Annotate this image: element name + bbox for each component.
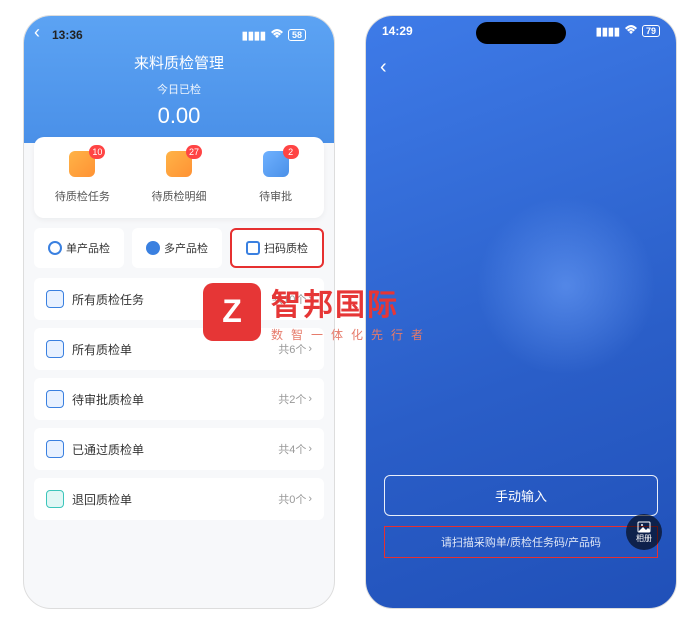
badge: 27 — [186, 145, 202, 159]
doc-icon — [46, 440, 64, 458]
dots-icon — [146, 241, 160, 255]
chevron-right-icon: › — [308, 393, 312, 405]
status-time: 14:29 — [382, 24, 413, 38]
scan-hint-text: 请扫描采购单/质检任务码/产品码 — [441, 537, 601, 549]
list-label: 所有质检单 — [72, 341, 132, 358]
doc-icon — [46, 490, 64, 508]
status-icons: ▮▮▮▮ 58 — [242, 29, 306, 42]
list-item[interactable]: 待审批质检单 共2个› — [34, 378, 324, 420]
doc-icon — [46, 390, 64, 408]
list-count: 共2个 — [278, 391, 306, 407]
battery-icon: 58 — [288, 29, 306, 41]
back-button[interactable]: ‹ — [34, 22, 40, 43]
manual-input-button[interactable]: 手动输入 — [384, 475, 658, 516]
signal-icon: ▮▮▮▮ — [596, 25, 620, 38]
status-icons: ▮▮▮▮ 79 — [596, 25, 660, 38]
list-label: 已通过质检单 — [72, 441, 144, 458]
badge: 2 — [283, 145, 299, 159]
scan-glow — [476, 196, 656, 376]
list-count: 共6个 — [278, 341, 306, 357]
watermark-sub: 数智一体化先行者 — [271, 326, 431, 343]
stat-pending-details[interactable]: 27 待质检明细 — [131, 151, 228, 204]
stat-label: 待质检任务 — [34, 188, 131, 204]
dot-icon — [48, 241, 62, 255]
image-icon — [637, 521, 651, 533]
badge: 10 — [89, 145, 105, 159]
page-title: 来料质检管理 — [36, 52, 322, 73]
album-button[interactable]: 相册 — [626, 514, 662, 550]
notch — [476, 22, 566, 44]
wifi-icon — [624, 25, 638, 38]
status-bar: 13:36 ▮▮▮▮ 58 — [36, 20, 322, 50]
chevron-right-icon: › — [308, 443, 312, 455]
stat-label: 待审批 — [227, 188, 324, 204]
chevron-right-icon: › — [308, 343, 312, 355]
list-label: 待审批质检单 — [72, 391, 144, 408]
header-subtitle: 今日已检 — [36, 81, 322, 97]
wifi-icon — [270, 29, 284, 42]
header-value: 0.00 — [36, 103, 322, 129]
scan-bottom: 手动输入 请扫描采购单/质检任务码/产品码 — [384, 475, 658, 558]
header: 13:36 ▮▮▮▮ 58 ‹ 来料质检管理 今日已检 0.00 — [24, 16, 334, 143]
back-button[interactable]: ‹ — [380, 56, 387, 79]
chevron-right-icon: › — [308, 493, 312, 505]
stat-pending-tasks[interactable]: 10 待质检任务 — [34, 151, 131, 204]
list-count: 共4个 — [278, 441, 306, 457]
filter-label: 扫码质检 — [264, 240, 308, 256]
filter-single-product[interactable]: 单产品检 — [34, 228, 124, 268]
watermark-logo: Z — [203, 283, 261, 341]
scan-icon — [246, 241, 260, 255]
status-time: 13:36 — [52, 28, 83, 42]
filter-multi-product[interactable]: 多产品检 — [132, 228, 222, 268]
filter-row: 单产品检 多产品检 扫码质检 — [24, 228, 334, 268]
list-item[interactable]: 已通过质检单 共4个› — [34, 428, 324, 470]
doc-icon — [46, 290, 64, 308]
list-count: 共0个 — [278, 491, 306, 507]
list-label: 退回质检单 — [72, 491, 132, 508]
filter-scan-qc[interactable]: 扫码质检 — [230, 228, 324, 268]
watermark-main: 智邦国际 — [271, 280, 431, 324]
list-label: 所有质检任务 — [72, 291, 144, 308]
stat-pending-approval[interactable]: 2 待审批 — [227, 151, 324, 204]
scan-hint-box: 请扫描采购单/质检任务码/产品码 — [384, 526, 658, 558]
album-label: 相册 — [636, 533, 652, 544]
stat-label: 待质检明细 — [131, 188, 228, 204]
stat-card: 10 待质检任务 27 待质检明细 2 待审批 — [34, 137, 324, 218]
list-item[interactable]: 退回质检单 共0个› — [34, 478, 324, 520]
watermark: Z 智邦国际 数智一体化先行者 — [203, 280, 431, 343]
filter-label: 多产品检 — [164, 240, 208, 256]
signal-icon: ▮▮▮▮ — [242, 29, 266, 42]
battery-icon: 79 — [642, 25, 660, 37]
filter-label: 单产品检 — [66, 240, 110, 256]
doc-icon — [46, 340, 64, 358]
